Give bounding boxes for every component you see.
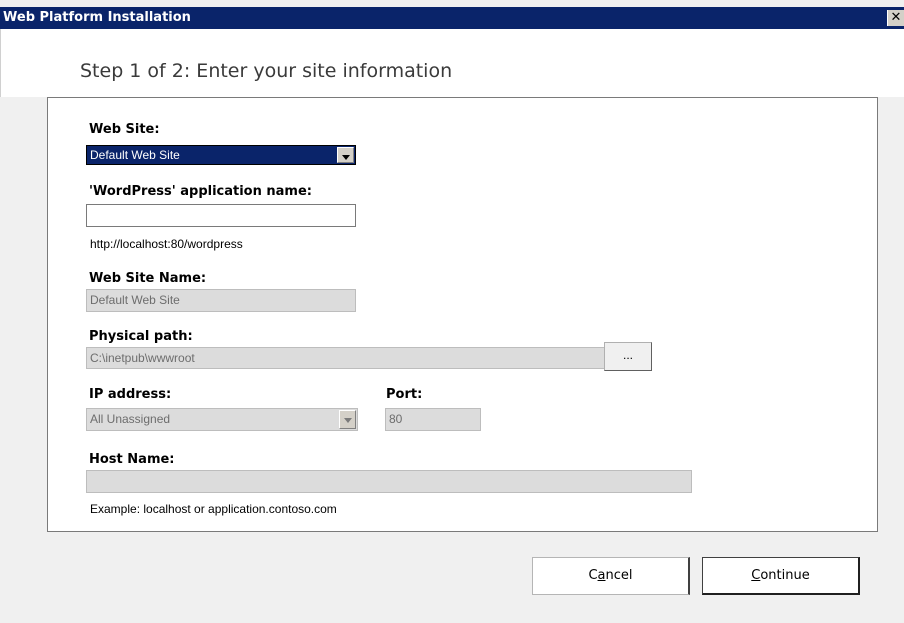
host-name-example: Example: localhost or application.contos… — [90, 502, 337, 516]
physical-path-field: C:\inetpub\wwwroot — [86, 347, 605, 369]
header-area: Step 1 of 2: Enter your site information — [0, 29, 904, 97]
port-field: 80 — [385, 408, 481, 431]
chevron-down-icon — [339, 410, 356, 429]
site-name-field: Default Web Site — [86, 289, 356, 312]
continue-label-post: ontinue — [760, 568, 810, 583]
continue-button[interactable]: Continue — [702, 557, 860, 595]
ip-address-value: All Unassigned — [90, 412, 171, 426]
host-name-label: Host Name: — [89, 452, 175, 467]
host-name-field — [86, 470, 692, 493]
cancel-label-post: ncel — [605, 568, 633, 583]
browse-button[interactable]: ... — [604, 342, 652, 371]
app-url-hint: http://localhost:80/wordpress — [90, 237, 243, 251]
installer-window: Web Platform Installation ✕ Step 1 of 2:… — [0, 0, 904, 623]
ip-address-label: IP address: — [89, 387, 172, 402]
site-name-label: Web Site Name: — [89, 271, 207, 286]
site-info-panel: Web Site: Default Web Site 'WordPress' a… — [47, 97, 878, 532]
web-site-value: Default Web Site — [90, 148, 180, 162]
title-bar: Web Platform Installation ✕ — [0, 7, 904, 29]
ip-address-select: All Unassigned — [86, 408, 358, 431]
window-title: Web Platform Installation — [3, 10, 191, 25]
app-name-input[interactable] — [86, 204, 356, 227]
app-name-label: 'WordPress' application name: — [89, 184, 312, 199]
cancel-label-pre: C — [588, 568, 598, 583]
physical-path-label: Physical path: — [89, 329, 193, 344]
step-heading: Step 1 of 2: Enter your site information — [80, 60, 453, 82]
cancel-label-accel: a — [597, 568, 606, 583]
web-site-select[interactable]: Default Web Site — [86, 145, 356, 165]
port-label: Port: — [386, 387, 423, 402]
cancel-button[interactable]: Cancel — [532, 557, 690, 595]
close-icon[interactable]: ✕ — [887, 10, 904, 26]
web-site-label: Web Site: — [89, 122, 160, 137]
chevron-down-icon[interactable] — [337, 147, 354, 163]
continue-label-accel: C — [751, 568, 761, 583]
